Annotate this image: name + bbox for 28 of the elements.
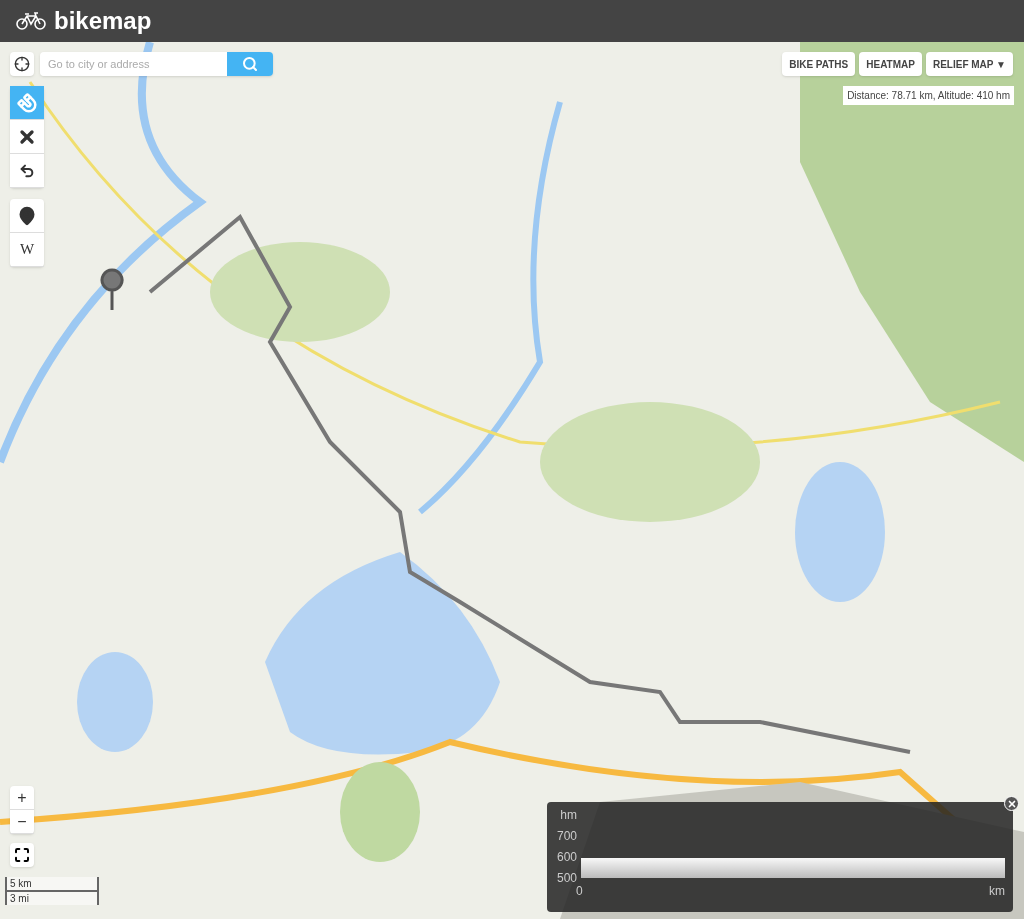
scale-bar: 3 mi (5, 892, 99, 905)
close-icon (1006, 798, 1017, 809)
map-layer-button[interactable]: HEATMAP (859, 52, 922, 76)
zoom-out-button[interactable]: − (10, 810, 34, 834)
axis-label: 700 (556, 828, 577, 845)
axis-label: 0 (576, 883, 583, 900)
zoom-in-button[interactable]: + (10, 786, 34, 810)
logo-text[interactable]: bikemap (54, 9, 152, 33)
map-layer-button[interactable]: BIKE PATHS (782, 52, 856, 76)
axis-unit: hm (560, 807, 577, 824)
axis-label: 500 (556, 870, 577, 886)
axis-label: 600 (556, 849, 577, 866)
locate-button[interactable] (10, 52, 34, 76)
undo-tool-button[interactable] (10, 154, 44, 188)
pin-icon (17, 205, 37, 226)
bicycle-icon (16, 12, 46, 30)
route-info-label: Distance: 78.71 km, Altitude: 410 hm (843, 86, 1014, 105)
search-icon (242, 56, 258, 72)
locate-icon (14, 56, 30, 72)
search-field[interactable]: Go to city or address (40, 52, 227, 76)
axis-unit: km (989, 883, 1005, 900)
close-tool-button[interactable] (10, 120, 44, 154)
fullscreen-icon (14, 847, 30, 863)
fullscreen-button[interactable] (10, 843, 34, 867)
scale-bar: 5 km (5, 877, 99, 892)
map-layer-button[interactable]: RELIEF MAP ▼ (925, 52, 1013, 76)
undo-icon (19, 162, 35, 179)
magnet-icon (17, 92, 37, 113)
